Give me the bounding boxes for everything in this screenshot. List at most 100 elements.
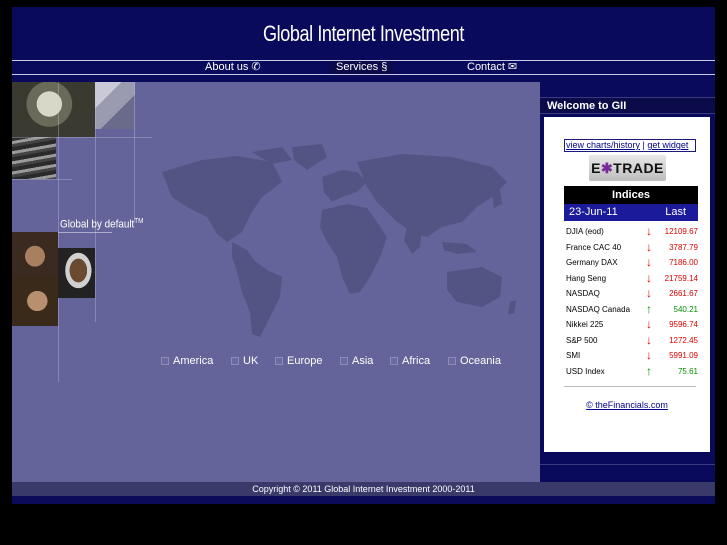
nav-services-label: Services <box>336 61 379 73</box>
index-value: 7186.00 <box>669 258 698 267</box>
index-value: 1272.45 <box>669 335 698 345</box>
logo-text-left: E <box>591 160 601 176</box>
grid-line <box>95 82 96 322</box>
region-asia[interactable]: Asia <box>340 355 373 367</box>
nav-about-us-label: About us <box>205 61 249 73</box>
checkbox-icon <box>340 357 348 365</box>
indices-date: 23-Jun-11 <box>569 206 618 218</box>
index-name: S&P 500 <box>566 335 598 345</box>
region-uk[interactable]: UK <box>231 355 258 367</box>
tagline-text: Global by default <box>60 218 135 231</box>
index-value: 12109.67 <box>664 227 698 236</box>
index-name: DJIA (eod) <box>566 227 604 236</box>
region-europe[interactable]: Europe <box>275 355 322 367</box>
index-value: 9596.74 <box>669 320 698 329</box>
financials-credit-link[interactable]: © theFinancials.com <box>544 400 710 410</box>
arrow-down-icon: ↓ <box>646 224 652 238</box>
sidebar-divider <box>540 464 715 465</box>
person-photo <box>12 276 58 326</box>
index-value: 2661.67 <box>669 289 698 298</box>
arrow-down-icon: ↓ <box>646 317 652 331</box>
phone-icon: ✆ <box>251 61 261 73</box>
person-photo <box>12 232 58 276</box>
index-name: France CAC 40 <box>566 242 622 252</box>
arrow-down-icon: ↓ <box>646 255 652 269</box>
welcome-bar: Welcome to GII <box>540 97 715 114</box>
index-row: USD Index ↑ 75.61 <box>566 364 698 381</box>
world-map <box>162 144 516 337</box>
index-value: 75.61 <box>677 366 698 376</box>
index-value: 540.21 <box>673 304 698 314</box>
index-name: NASDAQ Canada <box>566 304 631 314</box>
region-label: Europe <box>287 355 323 367</box>
region-america[interactable]: America <box>161 355 213 367</box>
nav-contact[interactable]: Contact ✉ <box>467 61 517 74</box>
index-row: NASDAQ ↓ 2661.67 <box>566 286 698 303</box>
site-title: Global Internet Investment <box>263 21 464 46</box>
index-name: NASDAQ <box>566 289 600 298</box>
market-widget: view charts/history | get widget E✱TRADE… <box>544 117 710 452</box>
arrow-down-icon: ↓ <box>646 332 652 347</box>
indices-list: DJIA (eod) ↓ 12109.67 France CAC 40 ↓ 3787.79… <box>566 224 698 381</box>
index-value: 5991.09 <box>669 351 698 360</box>
main-panel: Global by defaultTM America UK Europe As… <box>12 82 540 482</box>
photo-collage: Global by defaultTM <box>12 82 152 482</box>
index-name: SMI <box>566 351 581 360</box>
arrow-down-icon: ↓ <box>646 270 652 285</box>
logo-text-right: TRADE <box>613 160 664 176</box>
checkbox-icon <box>448 357 456 365</box>
index-value: 3787.79 <box>669 242 698 252</box>
sidebar: Welcome to GII view charts/history | get… <box>540 82 715 482</box>
tagline: Global by defaultTM <box>60 218 143 231</box>
link-separator: | <box>642 140 645 150</box>
documents-photo <box>95 82 135 129</box>
grid-line <box>134 82 135 222</box>
region-label: Asia <box>352 355 374 367</box>
index-row: SMI ↓ 5991.09 <box>566 348 698 365</box>
globe-hands-photo <box>12 82 95 137</box>
indices-header: Indices <box>564 186 698 204</box>
checkbox-icon <box>390 357 398 365</box>
indices-date-row: 23-Jun-11 Last <box>564 204 698 221</box>
index-name: Nikkei 225 <box>566 320 604 329</box>
region-label: UK <box>243 355 259 367</box>
arrow-up-icon: ↑ <box>646 301 652 316</box>
index-name: Germany DAX <box>566 258 618 267</box>
index-row: Hang Seng ↓ 21759.14 <box>566 270 698 288</box>
welcome-title: Welcome to GII <box>547 100 627 112</box>
checkbox-icon <box>161 357 169 365</box>
region-label: Oceania <box>460 355 501 367</box>
copyright-text: Copyright © 2011 Global Internet Investm… <box>252 484 475 494</box>
region-oceania[interactable]: Oceania <box>448 355 501 367</box>
index-row: France CAC 40 ↓ 3787.79 <box>566 239 698 257</box>
navbar: About us ✆ Services § Contact ✉ <box>12 60 715 75</box>
nav-services[interactable]: Services § <box>330 61 394 74</box>
index-row: NASDAQ Canada ↑ 540.21 <box>566 301 698 319</box>
get-widget-link[interactable]: get widget <box>647 140 688 150</box>
person-photo <box>58 248 95 298</box>
arrow-down-icon: ↓ <box>646 239 652 254</box>
arrow-down-icon: ↓ <box>646 286 652 300</box>
nav-contact-label: Contact <box>467 61 505 73</box>
etrade-logo[interactable]: E✱TRADE <box>589 155 666 181</box>
index-row: S&P 500 ↓ 1272.45 <box>566 332 698 350</box>
region-label: Africa <box>402 355 431 367</box>
index-name: USD Index <box>566 366 605 376</box>
view-charts-link[interactable]: view charts/history <box>566 140 640 150</box>
nav-about-us[interactable]: About us ✆ <box>205 61 261 74</box>
checkbox-icon <box>231 357 239 365</box>
logo-star-icon: ✱ <box>600 160 614 176</box>
region-label: America <box>173 355 214 367</box>
region-africa[interactable]: Africa <box>390 355 430 367</box>
index-row: Germany DAX ↓ 7186.00 <box>566 255 698 272</box>
index-row: DJIA (eod) ↓ 12109.67 <box>566 224 698 241</box>
index-name: Hang Seng <box>566 273 607 283</box>
envelope-icon: ✉ <box>507 61 518 73</box>
grid-line <box>12 179 72 180</box>
coins-photo <box>12 137 56 179</box>
widget-divider <box>564 386 696 387</box>
footer: Copyright © 2011 Global Internet Investm… <box>12 482 715 496</box>
paperclip-icon: § <box>381 61 388 73</box>
index-row: Nikkei 225 ↓ 9596.74 <box>566 317 698 334</box>
grid-line <box>12 137 152 138</box>
